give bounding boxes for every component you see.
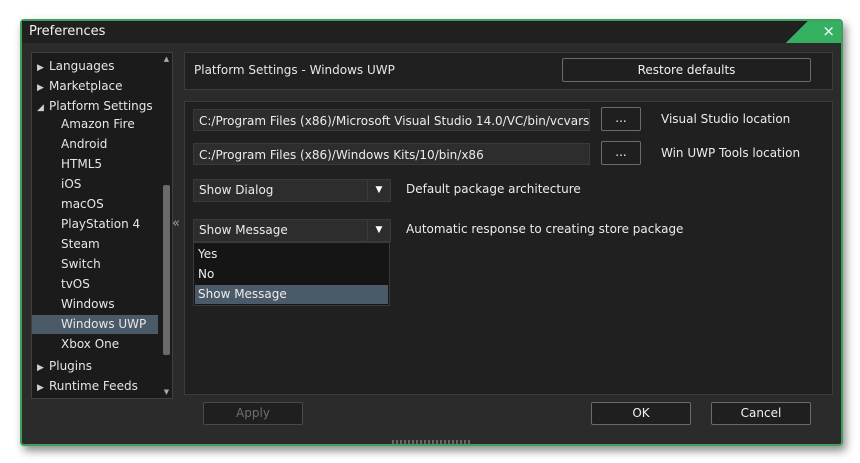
tree-item-marketplace[interactable]: ▶ Marketplace <box>37 77 123 96</box>
settings-header: Platform Settings - Windows UWP Restore … <box>184 52 833 90</box>
tree-item-label: Windows UWP <box>61 317 147 331</box>
tree-item-label: Platform Settings <box>49 99 153 113</box>
dropdown-value: Show Message <box>199 223 288 237</box>
preferences-window: Preferences × ▶ Languages ▶ Marketplace ◢ P… <box>20 19 843 446</box>
restore-defaults-button[interactable]: Restore defaults <box>562 58 811 82</box>
tree-item-playstation-4[interactable]: PlayStation 4 <box>61 215 140 234</box>
store-response-options-list: Yes No Show Message <box>193 242 390 306</box>
browse-visual-studio-button[interactable]: ... <box>601 107 641 131</box>
store-package-response-label: Automatic response to creating store pac… <box>406 222 684 236</box>
window-title: Preferences <box>29 24 106 39</box>
title-bar[interactable]: Preferences × <box>22 21 841 43</box>
browse-uwp-tools-button[interactable]: ... <box>601 141 641 165</box>
option-show-message[interactable]: Show Message <box>195 285 388 304</box>
dropdown-value: Show Dialog <box>199 183 274 197</box>
option-no[interactable]: No <box>195 265 388 284</box>
tree-item-label: tvOS <box>61 277 90 291</box>
collapse-arrow-icon[interactable]: ◢ <box>37 99 49 118</box>
tree-item-windows-uwp[interactable]: Windows UWP <box>32 315 158 334</box>
resize-grip[interactable] <box>392 440 472 444</box>
scroll-thumb[interactable] <box>163 185 170 355</box>
tree-item-label: PlayStation 4 <box>61 217 141 231</box>
tree-item-windows[interactable]: Windows <box>61 295 115 314</box>
tree-item-label: Languages <box>49 59 115 73</box>
tree-item-xbox-one[interactable]: Xbox One <box>61 335 119 354</box>
uwp-tools-path-field[interactable]: C:/Program Files (x86)/Windows Kits/10/b… <box>193 143 590 165</box>
tree-item-platform-settings[interactable]: ◢ Platform Settings <box>37 97 153 116</box>
visual-studio-path-field[interactable]: C:/Program Files (x86)/Microsoft Visual … <box>193 109 590 131</box>
tree-item-android[interactable]: Android <box>61 135 107 154</box>
store-package-response-dropdown[interactable]: Show Message ▼ <box>193 219 391 242</box>
tree-item-switch[interactable]: Switch <box>61 255 101 274</box>
tree-item-plugins[interactable]: ▶ Plugins <box>37 357 92 376</box>
expand-arrow-icon[interactable]: ▶ <box>37 379 49 398</box>
scroll-down-icon[interactable]: ▼ <box>162 388 171 396</box>
option-yes[interactable]: Yes <box>195 245 388 264</box>
tree-item-label: Amazon Fire <box>61 117 135 131</box>
tree-item-label: Windows <box>61 297 115 311</box>
expand-arrow-icon[interactable]: ▶ <box>37 59 49 78</box>
page-title: Platform Settings - Windows UWP <box>194 63 395 77</box>
uwp-tools-label: Win UWP Tools location <box>661 146 801 160</box>
apply-button[interactable]: Apply <box>203 402 303 425</box>
tree-item-label: Marketplace <box>49 79 123 93</box>
tree-item-ios[interactable]: iOS <box>61 175 81 194</box>
expand-arrow-icon[interactable]: ▶ <box>37 79 49 98</box>
tree-item-macos[interactable]: macOS <box>61 195 104 214</box>
sidebar-scrollbar[interactable]: ▲ ▼ <box>162 55 171 396</box>
tree-item-tvos[interactable]: tvOS <box>61 275 90 294</box>
tree-item-label: Plugins <box>49 359 92 373</box>
scroll-up-icon[interactable]: ▲ <box>162 55 171 63</box>
visual-studio-label: Visual Studio location <box>661 112 791 126</box>
tree-item-runtime-feeds[interactable]: ▶ Runtime Feeds <box>37 377 138 396</box>
tree-item-html5[interactable]: HTML5 <box>61 155 102 174</box>
collapse-sidebar-icon[interactable]: « <box>172 216 180 231</box>
tree-item-label: Xbox One <box>61 337 120 351</box>
tree-item-label: HTML5 <box>61 157 103 171</box>
tree-item-label: Runtime Feeds <box>49 379 138 393</box>
ok-button[interactable]: OK <box>591 402 691 425</box>
settings-panel: C:/Program Files (x86)/Microsoft Visual … <box>184 101 833 395</box>
expand-arrow-icon[interactable]: ▶ <box>37 359 49 378</box>
tree-item-label: Switch <box>61 257 101 271</box>
package-architecture-label: Default package architecture <box>406 182 581 196</box>
tree-item-label: iOS <box>61 177 82 191</box>
tree-item-label: Android <box>61 137 108 151</box>
preferences-tree: ▶ Languages ▶ Marketplace ◢ Platform Settin… <box>31 52 173 399</box>
tree-item-label: Steam <box>61 237 100 251</box>
tree-item-steam[interactable]: Steam <box>61 235 100 254</box>
tree-item-amazon-fire[interactable]: Amazon Fire <box>61 115 135 134</box>
chevron-down-icon[interactable]: ▼ <box>367 220 390 241</box>
cancel-button[interactable]: Cancel <box>711 402 811 425</box>
chevron-down-icon[interactable]: ▼ <box>367 180 390 201</box>
tree-item-languages[interactable]: ▶ Languages <box>37 57 114 76</box>
tree-item-label: macOS <box>61 197 104 211</box>
package-architecture-dropdown[interactable]: Show Dialog ▼ <box>193 179 391 202</box>
close-icon[interactable]: × <box>822 22 835 40</box>
